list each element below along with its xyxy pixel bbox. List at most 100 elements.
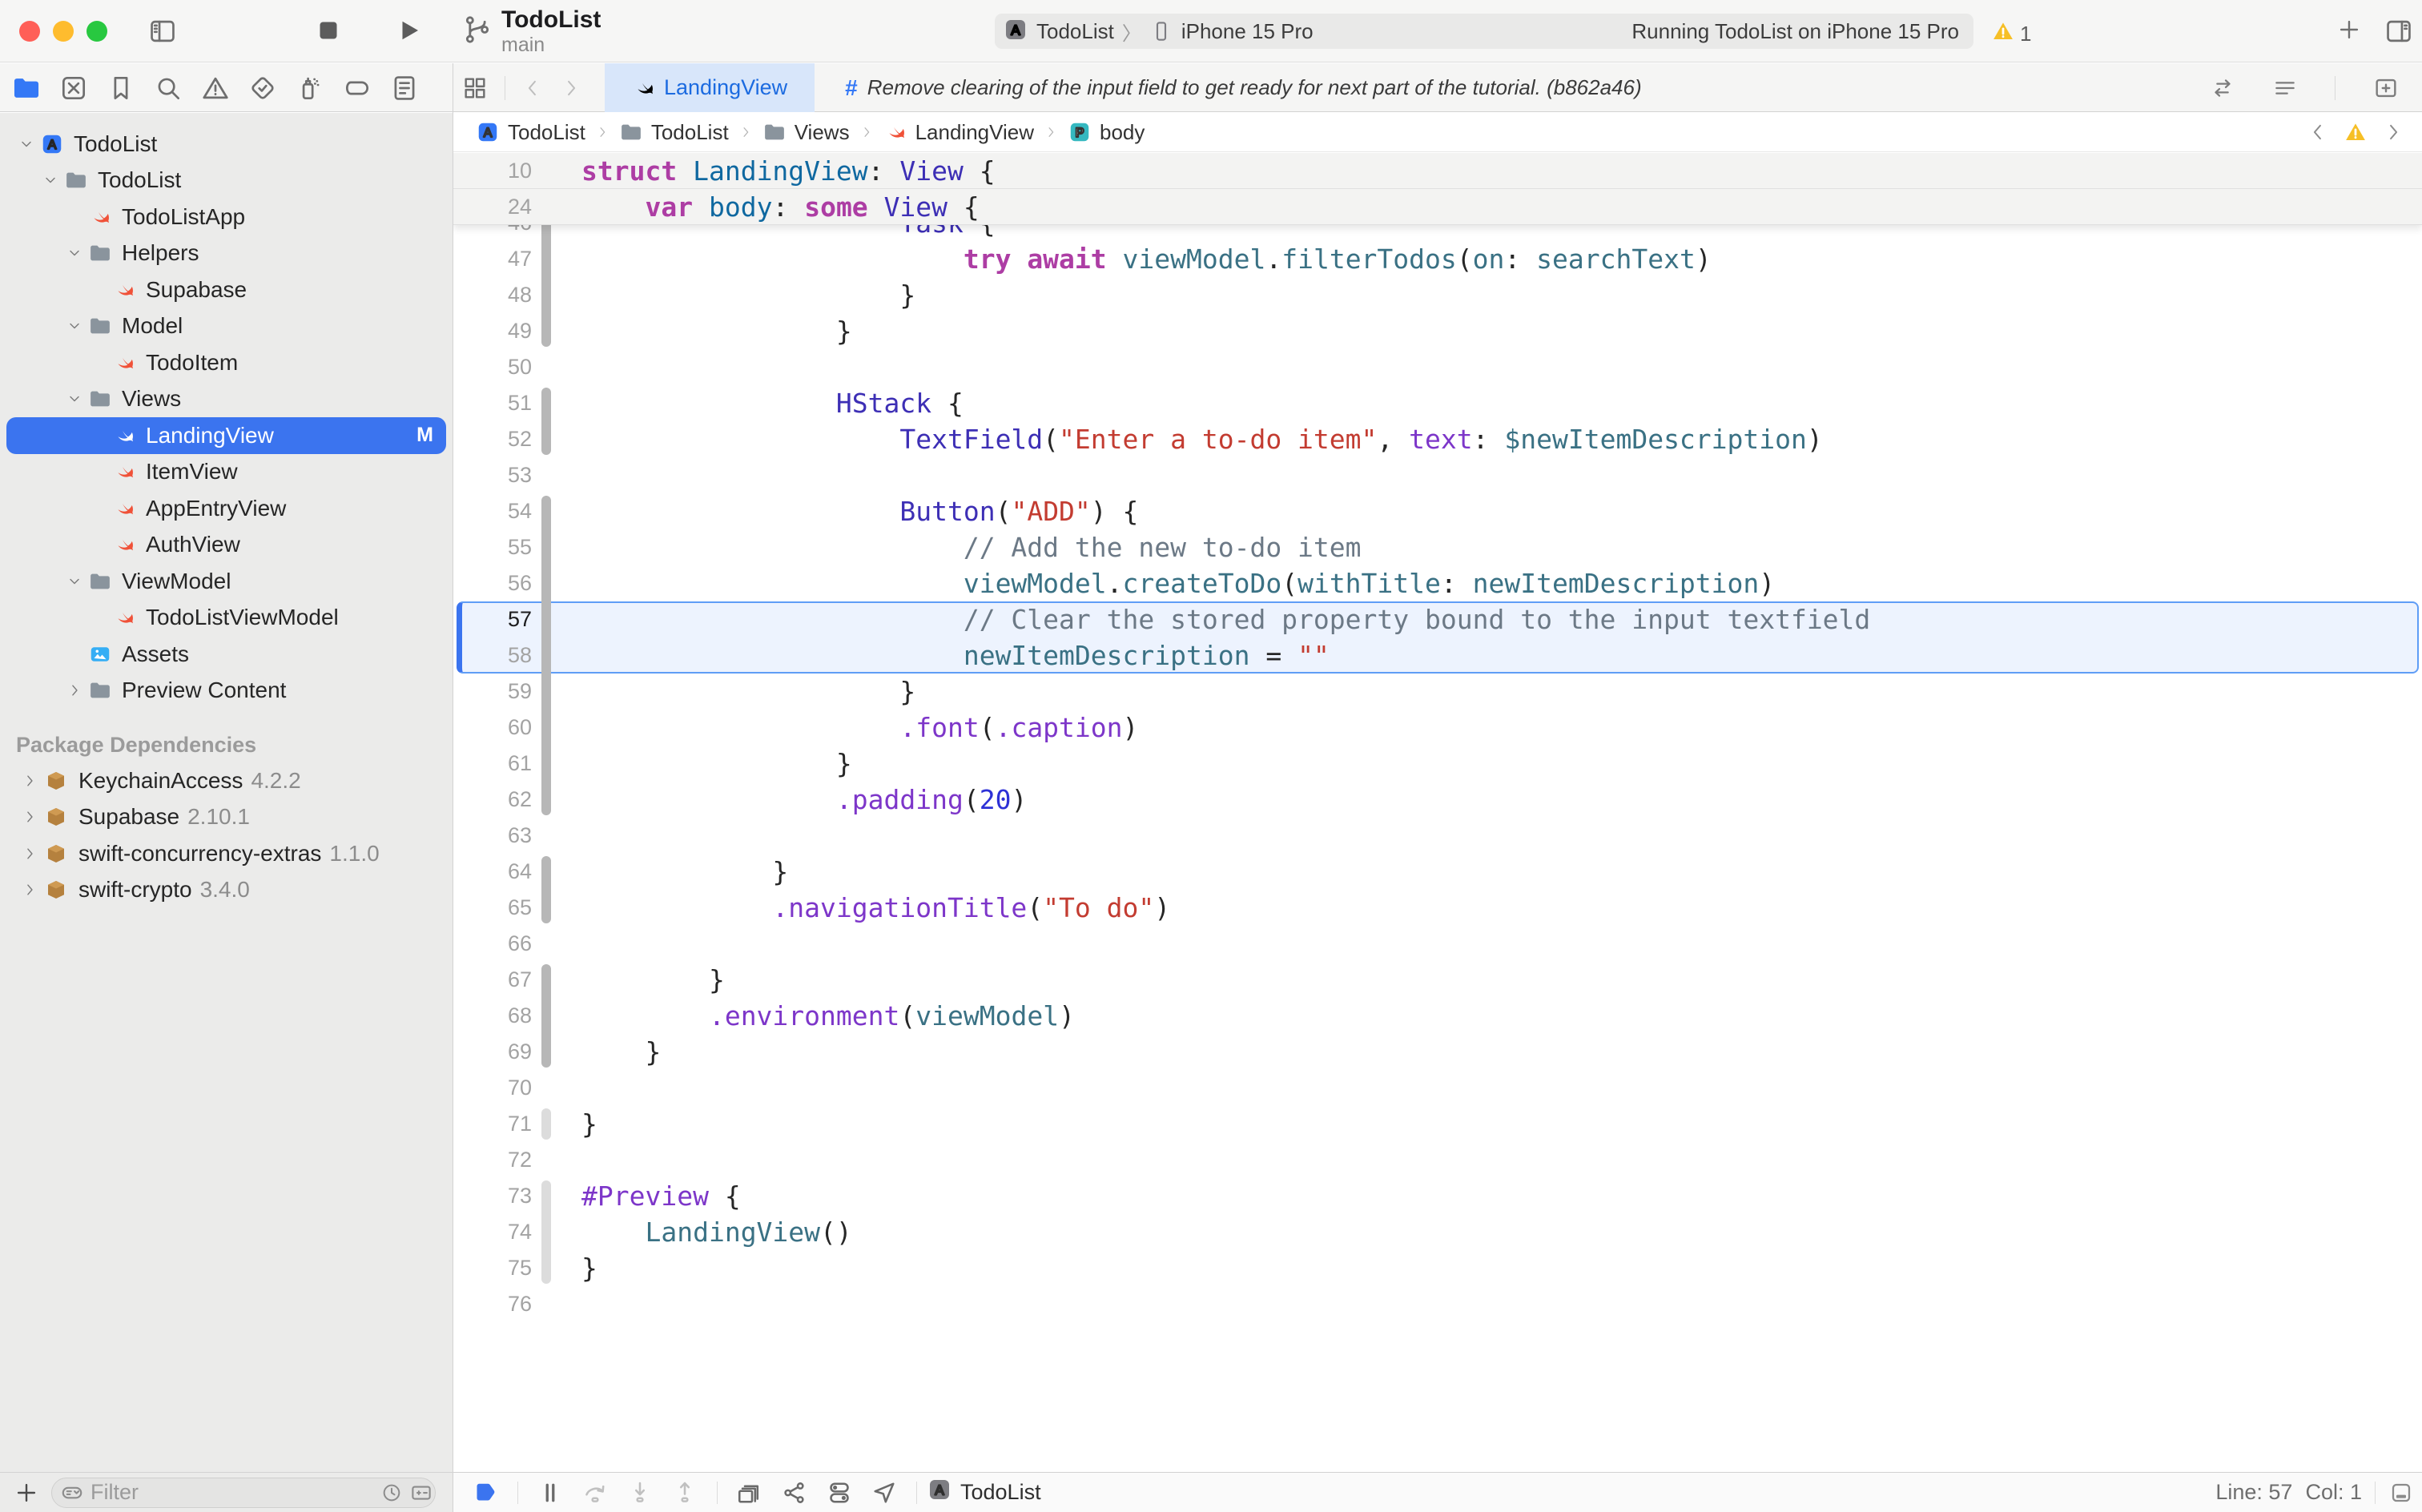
scheme-selector[interactable]: A TodoList 〉 iPhone 15 Pro Running TodoL… (995, 14, 1973, 49)
go-back-button[interactable] (521, 77, 544, 99)
toggle-navigator-button[interactable] (147, 16, 178, 50)
code-line-68[interactable]: 68 .environment(viewModel) (453, 998, 2422, 1034)
sidebar-item-todolistapp[interactable]: TodoListApp (6, 199, 446, 235)
test-navigator-icon[interactable] (247, 73, 278, 103)
editor-layout-icon[interactable] (2388, 1480, 2414, 1506)
code-line-74[interactable]: 74 LandingView() (453, 1214, 2422, 1250)
issue-warning-icon[interactable] (2344, 120, 2368, 144)
code-line-62[interactable]: 62 .padding(20) (453, 782, 2422, 818)
code-text[interactable]: .font(.caption) (581, 710, 1138, 746)
code-line-63[interactable]: 63 (453, 818, 2422, 854)
code-line-58[interactable]: 58 newItemDescription = "" (453, 637, 2422, 674)
sidebar-item-views[interactable]: Views (6, 381, 446, 418)
code-line-52[interactable]: 52 TextField("Enter a to-do item", text:… (453, 421, 2422, 457)
chevron-down-icon[interactable] (14, 136, 38, 152)
memory-graph-button[interactable] (780, 1478, 809, 1507)
code-text[interactable]: } (581, 277, 915, 313)
code-text[interactable]: } (581, 1250, 597, 1286)
code-text[interactable]: Button("ADD") { (581, 493, 1138, 529)
code-line-75[interactable]: 75} (453, 1250, 2422, 1286)
chevron-right-icon[interactable] (62, 682, 86, 698)
source-control-navigator-icon[interactable] (58, 73, 89, 103)
code-line-61[interactable]: 61 } (453, 746, 2422, 782)
breadcrumb-item-body[interactable]: Pbody (1068, 120, 1145, 145)
code-text[interactable]: viewModel.createToDo(withTitle: newItemD… (581, 565, 1775, 601)
code-text[interactable]: } (581, 746, 852, 782)
stop-button[interactable] (314, 16, 343, 49)
show-changed-files-icon[interactable] (409, 1481, 433, 1505)
package-item-keychainaccess[interactable]: KeychainAccess4.2.2 (0, 762, 453, 799)
line-number[interactable]: 58 (453, 637, 532, 674)
code-line-55[interactable]: 55 // Add the new to-do item (453, 529, 2422, 565)
line-number[interactable]: 65 (453, 890, 532, 926)
breakpoint-navigator-icon[interactable] (342, 73, 372, 103)
source-editor[interactable]: 46 Task {47 try await viewModel.filterTo… (453, 153, 2422, 1472)
filter-icon[interactable] (60, 1481, 84, 1505)
filter-input[interactable] (91, 1480, 374, 1505)
line-number[interactable]: 62 (453, 782, 532, 818)
code-line-67[interactable]: 67 } (453, 962, 2422, 998)
recent-files-icon[interactable] (380, 1482, 403, 1504)
simulate-location-button[interactable] (870, 1478, 899, 1507)
view-hierarchy-button[interactable] (735, 1478, 764, 1507)
line-number[interactable]: 50 (453, 349, 532, 385)
breadcrumb-item-landingview[interactable]: LandingView (883, 120, 1034, 145)
code-line-56[interactable]: 56 viewModel.createToDo(withTitle: newIt… (453, 565, 2422, 601)
code-text[interactable]: struct LandingView: View { (581, 153, 996, 189)
sidebar-item-assets[interactable]: Assets (6, 636, 446, 673)
git-blame-annotation[interactable]: # Remove clearing of the input field to … (845, 75, 1641, 101)
code-text[interactable]: // Clear the stored property bound to th… (581, 601, 1870, 637)
code-text[interactable]: newItemDescription = "" (581, 637, 1330, 674)
warning-badge[interactable]: 1 (1991, 19, 2031, 49)
code-line-53[interactable]: 53 (453, 457, 2422, 493)
step-over-button[interactable] (581, 1478, 610, 1507)
previous-issue-button[interactable] (2307, 121, 2329, 143)
breadcrumb-item-todolist[interactable]: ATodoList (476, 120, 585, 145)
sidebar-item-model[interactable]: Model (6, 308, 446, 345)
sidebar-item-todolist[interactable]: TodoList (6, 163, 446, 199)
line-number[interactable]: 57 (453, 601, 532, 637)
code-text[interactable]: .environment(viewModel) (581, 998, 1075, 1034)
chevron-down-icon[interactable] (62, 245, 86, 261)
code-text[interactable]: TextField("Enter a to-do item", text: $n… (581, 421, 1823, 457)
code-text[interactable]: .navigationTitle("To do") (581, 890, 1170, 926)
line-number[interactable]: 53 (453, 457, 532, 493)
code-text[interactable]: LandingView() (581, 1214, 852, 1250)
sidebar-item-todoitem[interactable]: TodoItem (6, 344, 446, 381)
add-editor-button[interactable] (2372, 74, 2400, 102)
code-line-10[interactable]: 10struct LandingView: View { (453, 153, 2422, 189)
code-text[interactable]: } (581, 854, 788, 890)
step-out-button[interactable] (670, 1478, 699, 1507)
package-item-swift-crypto[interactable]: swift-crypto3.4.0 (0, 872, 453, 909)
line-number[interactable]: 75 (453, 1250, 532, 1286)
chevron-down-icon[interactable] (62, 318, 86, 334)
minimize-window-button[interactable] (53, 21, 74, 42)
next-issue-button[interactable] (2382, 121, 2404, 143)
package-item-swift-concurrency-extras[interactable]: swift-concurrency-extras1.1.0 (0, 835, 453, 872)
line-number[interactable]: 70 (453, 1070, 532, 1106)
line-number[interactable]: 71 (453, 1106, 532, 1142)
code-line-71[interactable]: 71} (453, 1106, 2422, 1142)
zoom-window-button[interactable] (86, 21, 107, 42)
line-number[interactable]: 49 (453, 313, 532, 349)
add-editor-tab-button[interactable] (2336, 16, 2363, 46)
line-number[interactable]: 48 (453, 277, 532, 313)
line-number[interactable]: 60 (453, 710, 532, 746)
line-number[interactable]: 24 (453, 189, 532, 225)
code-text[interactable]: } (581, 1034, 661, 1070)
line-number[interactable]: 51 (453, 385, 532, 421)
debug-navigator-icon[interactable] (295, 73, 325, 103)
line-number[interactable]: 59 (453, 674, 532, 710)
code-line-69[interactable]: 69 } (453, 1034, 2422, 1070)
chevron-down-icon[interactable] (62, 573, 86, 589)
line-number[interactable]: 54 (453, 493, 532, 529)
code-line-48[interactable]: 48 } (453, 277, 2422, 313)
code-line-64[interactable]: 64 } (453, 854, 2422, 890)
line-number[interactable]: 52 (453, 421, 532, 457)
run-button[interactable] (394, 16, 423, 49)
code-text[interactable]: .padding(20) (581, 782, 1027, 818)
code-line-57[interactable]: 57 // Clear the stored property bound to… (453, 601, 2422, 637)
tab-landingview[interactable]: LandingView (605, 63, 815, 112)
filter-field[interactable] (51, 1478, 436, 1508)
line-number[interactable]: 74 (453, 1214, 532, 1250)
